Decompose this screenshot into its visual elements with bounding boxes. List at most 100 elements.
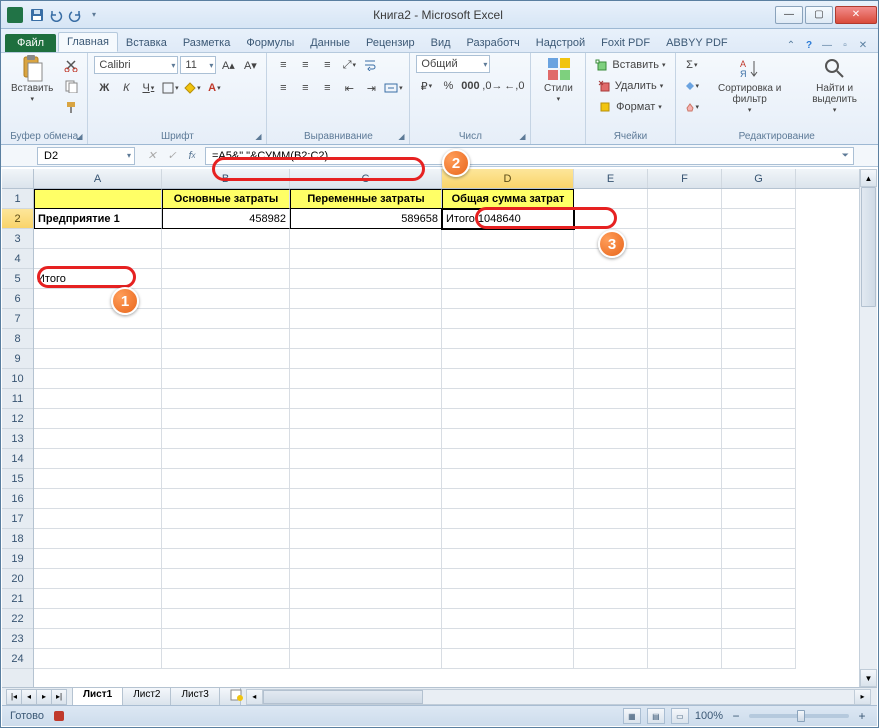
- cell[interactable]: [722, 629, 796, 649]
- clipboard-launcher-icon[interactable]: ◢: [73, 130, 85, 142]
- ribbon-minimize-icon[interactable]: ⌃: [784, 38, 798, 52]
- cell[interactable]: [290, 649, 442, 669]
- italic-button[interactable]: К: [116, 78, 136, 98]
- col-header[interactable]: G: [722, 169, 796, 188]
- row-header[interactable]: 21: [2, 589, 33, 609]
- orientation-button[interactable]: ⤢: [339, 55, 359, 75]
- tab-home[interactable]: Главная: [58, 32, 118, 52]
- fill-button[interactable]: [682, 76, 703, 96]
- cancel-formula-icon[interactable]: ✕: [143, 147, 161, 165]
- cell[interactable]: [162, 529, 290, 549]
- cell[interactable]: [442, 489, 574, 509]
- percent-button[interactable]: %: [438, 76, 458, 96]
- align-left-button[interactable]: ≡: [273, 78, 293, 98]
- number-format-combo[interactable]: Общий: [416, 55, 490, 73]
- cell[interactable]: [442, 289, 574, 309]
- row-header[interactable]: 14: [2, 449, 33, 469]
- tab-review[interactable]: Рецензир: [358, 34, 423, 52]
- cell[interactable]: [34, 249, 162, 269]
- cell[interactable]: [162, 289, 290, 309]
- cell[interactable]: [162, 409, 290, 429]
- cell[interactable]: [722, 229, 796, 249]
- cell[interactable]: [574, 629, 648, 649]
- view-pagebreak-icon[interactable]: ▭: [671, 708, 689, 724]
- fill-color-button[interactable]: [182, 78, 202, 98]
- cell[interactable]: [648, 249, 722, 269]
- cell[interactable]: [34, 329, 162, 349]
- cell[interactable]: [442, 229, 574, 249]
- row-header[interactable]: 24: [2, 649, 33, 669]
- cell[interactable]: [162, 589, 290, 609]
- cell[interactable]: [442, 269, 574, 289]
- cell[interactable]: [34, 609, 162, 629]
- cell[interactable]: [442, 449, 574, 469]
- cell[interactable]: [722, 549, 796, 569]
- col-header[interactable]: B: [162, 169, 290, 188]
- active-cell[interactable]: Итого 1048640: [442, 209, 574, 229]
- increase-decimal-button[interactable]: ,0→: [482, 76, 502, 96]
- align-bottom-button[interactable]: ≡: [317, 55, 337, 75]
- cell[interactable]: [442, 429, 574, 449]
- minimize-button[interactable]: ―: [775, 6, 803, 24]
- format-cells-button[interactable]: Формат: [592, 97, 668, 117]
- align-middle-button[interactable]: ≡: [295, 55, 315, 75]
- cut-button[interactable]: [61, 55, 81, 75]
- tab-data[interactable]: Данные: [302, 34, 358, 52]
- cell[interactable]: 458982: [162, 209, 290, 229]
- row-header[interactable]: 15: [2, 469, 33, 489]
- cell[interactable]: [648, 509, 722, 529]
- cell[interactable]: [34, 429, 162, 449]
- align-right-button[interactable]: ≡: [317, 78, 337, 98]
- cell[interactable]: [574, 269, 648, 289]
- cell[interactable]: [722, 409, 796, 429]
- cell[interactable]: [442, 349, 574, 369]
- align-top-button[interactable]: ≡: [273, 55, 293, 75]
- cell[interactable]: Общая сумма затрат: [442, 189, 574, 209]
- cell[interactable]: [442, 629, 574, 649]
- row-header[interactable]: 13: [2, 429, 33, 449]
- cell[interactable]: [722, 649, 796, 669]
- cell[interactable]: [290, 589, 442, 609]
- decrease-decimal-button[interactable]: ←,0: [504, 76, 524, 96]
- cell[interactable]: [34, 589, 162, 609]
- number-launcher-icon[interactable]: ◢: [516, 130, 528, 142]
- col-header[interactable]: F: [648, 169, 722, 188]
- row-header[interactable]: 11: [2, 389, 33, 409]
- fx-icon[interactable]: fx: [183, 147, 201, 165]
- row-header[interactable]: 9: [2, 349, 33, 369]
- cell[interactable]: [34, 229, 162, 249]
- doc-minimize-icon[interactable]: ―: [820, 38, 834, 52]
- cell[interactable]: [34, 389, 162, 409]
- cell[interactable]: Переменные затраты: [290, 189, 442, 209]
- sheet-nav-next-icon[interactable]: ▸: [36, 689, 52, 705]
- decrease-indent-button[interactable]: ⇤: [339, 78, 359, 98]
- save-icon[interactable]: [29, 7, 45, 23]
- row-header[interactable]: 2: [2, 209, 33, 229]
- cell[interactable]: [162, 349, 290, 369]
- cell[interactable]: [290, 569, 442, 589]
- row-header[interactable]: 12: [2, 409, 33, 429]
- cell[interactable]: [34, 509, 162, 529]
- row-header[interactable]: 20: [2, 569, 33, 589]
- cell[interactable]: [574, 229, 648, 249]
- formula-input[interactable]: =A5&" "&СУММ(B2:C2) ⏷: [205, 147, 854, 165]
- autosum-button[interactable]: Σ: [682, 55, 703, 75]
- view-normal-icon[interactable]: ▦: [623, 708, 641, 724]
- cell[interactable]: [442, 549, 574, 569]
- scroll-left-icon[interactable]: ◂: [247, 690, 263, 704]
- find-select-button[interactable]: Найти и выделить ▾: [797, 55, 872, 118]
- qat-dropdown-icon[interactable]: ▾: [86, 7, 102, 23]
- cell[interactable]: [722, 309, 796, 329]
- cell[interactable]: [648, 649, 722, 669]
- cell[interactable]: [648, 389, 722, 409]
- tab-pagelayout[interactable]: Разметка: [175, 34, 239, 52]
- cell[interactable]: [34, 629, 162, 649]
- zoom-out-button[interactable]: −: [729, 709, 743, 723]
- cell[interactable]: [722, 429, 796, 449]
- clear-button[interactable]: [682, 97, 703, 117]
- underline-button[interactable]: Ч: [138, 78, 158, 98]
- cell[interactable]: [162, 449, 290, 469]
- cell[interactable]: [442, 369, 574, 389]
- cell[interactable]: Итого: [34, 269, 162, 289]
- cell[interactable]: [290, 469, 442, 489]
